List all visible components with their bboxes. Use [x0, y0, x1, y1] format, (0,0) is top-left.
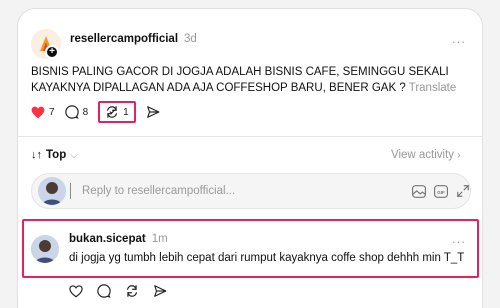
- heart-icon: [31, 106, 45, 118]
- thread-card: + resellercampofficial 3d ... BISNIS PAL…: [17, 8, 483, 308]
- repost-button[interactable]: 1: [98, 101, 136, 123]
- post-username[interactable]: resellercampofficial: [70, 33, 178, 45]
- follow-plus-icon[interactable]: +: [45, 45, 59, 59]
- reply-timestamp: 1m: [151, 233, 168, 245]
- repost-icon: [107, 106, 118, 118]
- image-icon[interactable]: [412, 185, 426, 198]
- post-body: BISNIS PALING GACOR DI JOGJA ADALAH BISN…: [31, 66, 449, 94]
- sort-icon: ↓↑: [31, 149, 42, 161]
- translate-link[interactable]: Translate: [409, 82, 457, 94]
- post-timestamp: 3d: [184, 33, 197, 45]
- send-icon[interactable]: [153, 284, 167, 298]
- reply-composer[interactable]: Reply to resellercampofficial... GIF: [31, 173, 471, 209]
- expand-icon[interactable]: [456, 184, 470, 198]
- reply-username[interactable]: bukan.sicepat: [69, 233, 146, 245]
- chevron-down-icon: ⌵: [70, 149, 78, 161]
- text-cursor: [70, 183, 71, 199]
- gif-icon[interactable]: GIF: [434, 185, 448, 198]
- like-button[interactable]: [69, 284, 83, 298]
- repost-count: 1: [123, 106, 129, 118]
- like-button[interactable]: 7: [31, 106, 55, 119]
- comment-count: 8: [82, 106, 89, 118]
- view-activity-label: View activity: [391, 149, 455, 161]
- reply-actions: [69, 284, 167, 298]
- like-count: 7: [49, 106, 55, 118]
- chevron-right-icon: ›: [457, 150, 461, 161]
- repost-icon[interactable]: [125, 284, 139, 298]
- post-actions: 7 8 1: [31, 101, 160, 123]
- comment-icon: [64, 105, 79, 119]
- reply-text: di jogja yg tumbh lebih cepat dari rumpu…: [69, 252, 465, 264]
- sort-label: Top: [46, 149, 67, 161]
- reply-highlight: [22, 219, 479, 278]
- view-activity-link[interactable]: View activity ›: [391, 149, 461, 161]
- reply-avatar[interactable]: [31, 235, 59, 263]
- share-button[interactable]: [146, 105, 160, 119]
- sort-dropdown[interactable]: ↓↑ Top ⌵: [31, 149, 78, 161]
- divider: [18, 136, 482, 137]
- post-text: BISNIS PALING GACOR DI JOGJA ADALAH BISN…: [31, 64, 477, 96]
- comment-button[interactable]: 8: [64, 105, 89, 119]
- send-icon: [146, 106, 160, 118]
- reply-more-icon[interactable]: ...: [452, 231, 466, 246]
- reply-input[interactable]: Reply to resellercampofficial...: [82, 185, 235, 197]
- comment-icon[interactable]: [97, 284, 111, 298]
- post-more-icon[interactable]: ...: [452, 31, 466, 46]
- svg-text:GIF: GIF: [437, 190, 445, 195]
- composer-avatar: [38, 177, 66, 205]
